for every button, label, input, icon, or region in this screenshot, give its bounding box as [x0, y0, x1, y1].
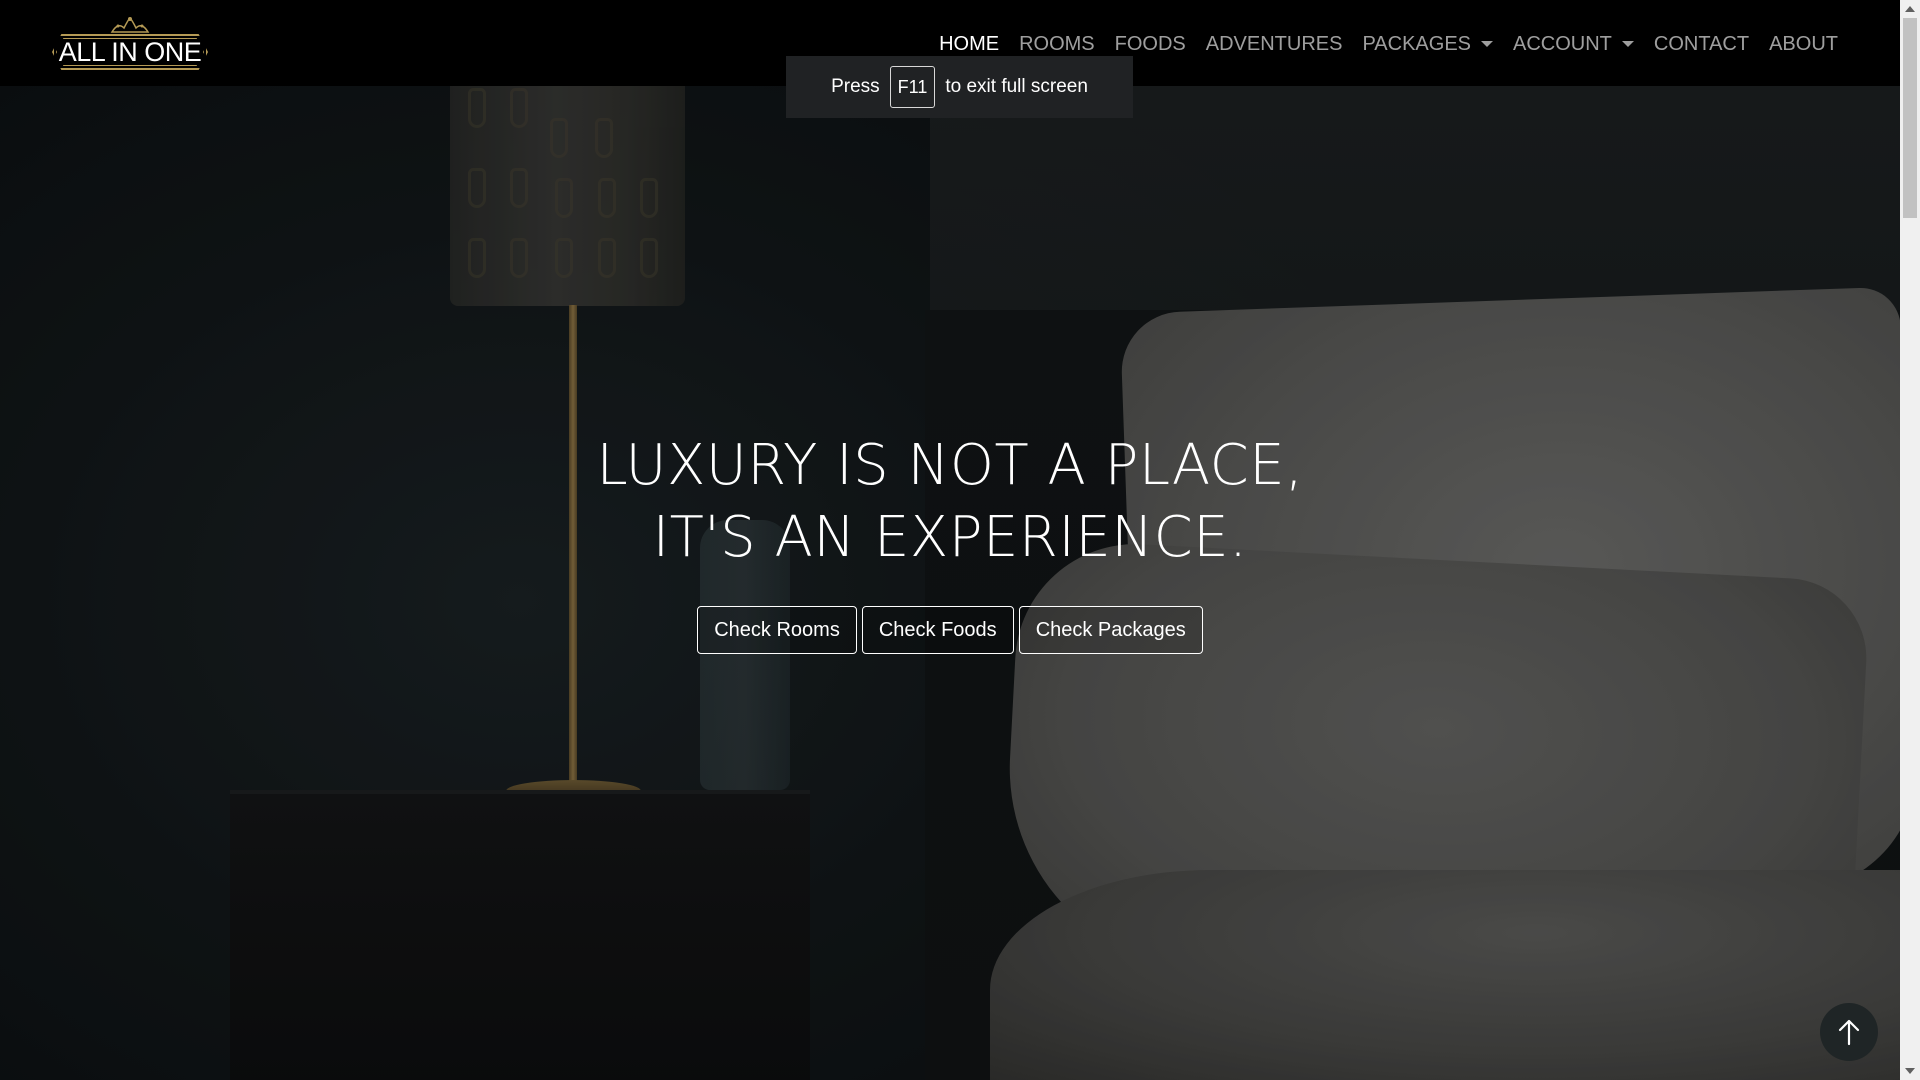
brand-logo[interactable]: ALL IN ONE	[52, 16, 208, 72]
hero-headline-line2: IT'S AN EXPERIENCE.	[652, 505, 1248, 570]
fullscreen-notice-prefix: Press	[831, 76, 880, 97]
nav-account-dropdown[interactable]: ACCOUNT	[1513, 30, 1634, 58]
check-packages-button[interactable]: Check Packages	[1018, 606, 1203, 654]
nav-contact[interactable]: CONTACT	[1654, 30, 1749, 58]
main-nav: HOME ROOMS FOODS ADVENTURES PACKAGES ACC…	[939, 30, 1838, 58]
back-to-top-button[interactable]	[1820, 1003, 1878, 1061]
nav-foods[interactable]: FOODS	[1115, 30, 1186, 58]
check-rooms-button[interactable]: Check Rooms	[697, 606, 857, 654]
nav-home[interactable]: HOME	[939, 30, 999, 58]
vertical-scrollbar[interactable]	[1900, 0, 1920, 1080]
scrollbar-thumb[interactable]	[1903, 18, 1917, 218]
nav-rooms[interactable]: ROOMS	[1019, 30, 1095, 58]
caret-down-icon	[1621, 41, 1634, 47]
nav-account-label: ACCOUNT	[1513, 33, 1612, 55]
check-foods-button[interactable]: Check Foods	[861, 606, 1014, 654]
hero-headline: LUXURY IS NOT A PLACE, IT'S AN EXPERIENC…	[0, 430, 1900, 574]
page-viewport: ALL IN ONE HOME ROOMS FOODS ADVENTURES P…	[0, 0, 1900, 1080]
logo-text: ALL IN ONE	[58, 37, 202, 67]
fullscreen-key: F11	[889, 66, 936, 108]
hero-section: LUXURY IS NOT A PLACE, IT'S AN EXPERIENC…	[0, 430, 1900, 654]
caret-down-icon	[1481, 41, 1494, 47]
nav-adventures[interactable]: ADVENTURES	[1206, 30, 1343, 58]
nav-about[interactable]: ABOUT	[1769, 30, 1838, 58]
fullscreen-notice-suffix: to exit full screen	[945, 76, 1088, 97]
fullscreen-exit-notice: Press F11 to exit full screen	[786, 56, 1133, 118]
arrow-up-icon	[1838, 1019, 1860, 1046]
hero-headline-line1: LUXURY IS NOT A PLACE,	[596, 433, 1304, 498]
nav-packages-label: PACKAGES	[1362, 33, 1472, 55]
hero-buttons: Check Rooms Check Foods Check Packages	[0, 606, 1900, 654]
nav-packages-dropdown[interactable]: PACKAGES	[1362, 30, 1494, 58]
scroll-up-arrow-icon[interactable]	[1905, 6, 1915, 12]
scroll-down-arrow-icon[interactable]	[1905, 1068, 1915, 1074]
crown-icon	[110, 16, 150, 33]
